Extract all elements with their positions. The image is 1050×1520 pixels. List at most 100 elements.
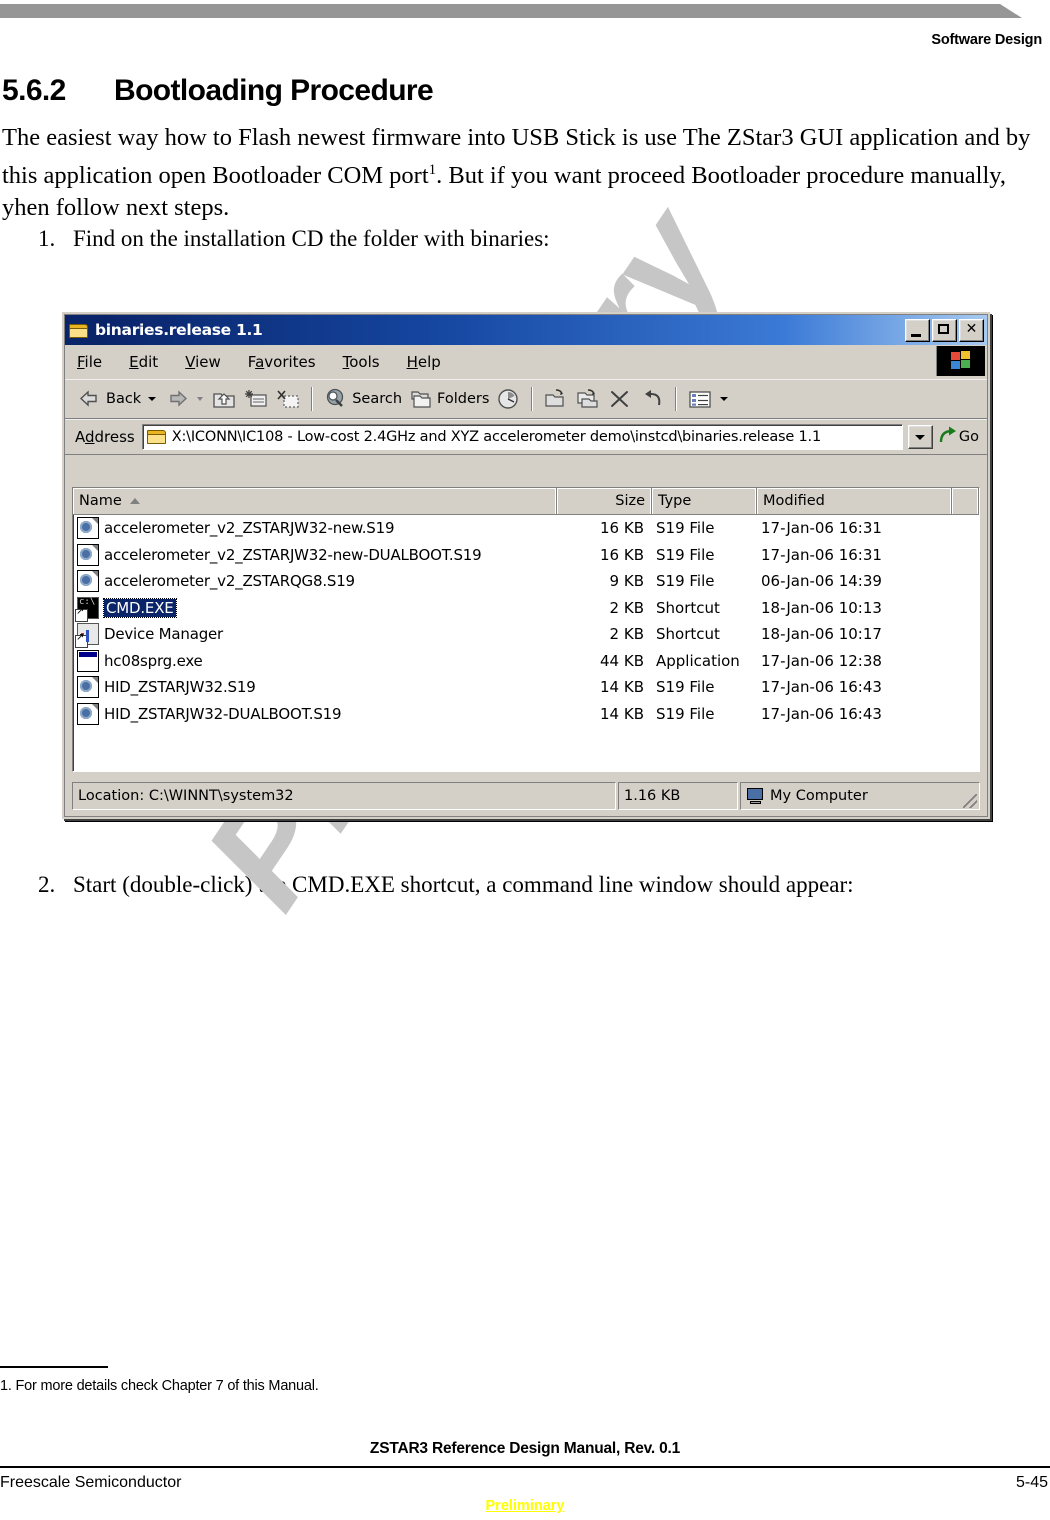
table-row[interactable]: CMD.EXE 2 KB Shortcut 18-Jan-06 10:13 bbox=[73, 595, 979, 622]
file-list[interactable]: Name Size Type Modified accelerometer_v2… bbox=[72, 487, 980, 772]
shortcut-overlay-icon bbox=[75, 606, 88, 622]
file-type: S19 File bbox=[656, 545, 715, 564]
minimize-button[interactable] bbox=[905, 318, 930, 342]
application-icon bbox=[77, 649, 99, 672]
resize-grip[interactable] bbox=[963, 794, 977, 808]
explorer-window-figure: binaries.release 1.1 ✕ File Edit View Fa… bbox=[62, 312, 990, 819]
menu-tools[interactable]: Tools bbox=[343, 353, 380, 371]
window-titlebar: binaries.release 1.1 ✕ bbox=[65, 315, 987, 345]
undo-button[interactable] bbox=[636, 383, 668, 415]
table-row[interactable]: accelerometer_v2_ZSTARJW32-new.S19 16 KB… bbox=[73, 515, 979, 542]
menu-view[interactable]: View bbox=[185, 353, 221, 371]
page-title: 5.6.2 Bootloading Procedure bbox=[2, 74, 1042, 108]
back-label: Back bbox=[106, 391, 142, 407]
file-type: Shortcut bbox=[656, 625, 720, 644]
step-2-number: 2. bbox=[38, 872, 56, 897]
s19-file-icon bbox=[77, 702, 99, 725]
step-item-1: 1. Find on the installation CD the folder… bbox=[38, 224, 550, 254]
footer-manual-title: ZSTAR3 Reference Design Manual, Rev. 0.1 bbox=[369, 1440, 681, 1457]
folders-label: Folders bbox=[437, 391, 490, 407]
table-row[interactable]: HID_ZSTARJW32-DUALBOOT.S19 14 KB S19 Fil… bbox=[73, 701, 979, 728]
copy-to-button[interactable] bbox=[572, 383, 604, 415]
column-header-size[interactable]: Size bbox=[557, 488, 652, 514]
views-button[interactable] bbox=[684, 383, 716, 415]
delete-dashed-icon bbox=[275, 387, 301, 411]
go-button[interactable]: Go bbox=[934, 425, 987, 449]
address-folder-icon bbox=[146, 429, 166, 445]
address-input[interactable]: X:\ICONN\IC108 - Low-cost 2.4GHz and XYZ… bbox=[141, 424, 903, 450]
folders-button[interactable]: Folders bbox=[405, 383, 492, 415]
window-controls: ✕ bbox=[905, 318, 984, 342]
running-head: Software Design bbox=[931, 32, 1042, 48]
intro-paragraph: The easiest way how to Flash newest firm… bbox=[2, 122, 1037, 224]
step-1-text: Find on the installation CD the folder w… bbox=[73, 226, 550, 251]
address-dropdown-chevron-down-icon[interactable] bbox=[907, 425, 933, 449]
step-1-number: 1. bbox=[38, 226, 56, 251]
toolbar: Back Search Folders bbox=[65, 379, 987, 419]
device-manager-shortcut-icon bbox=[75, 623, 99, 649]
column-header-modified[interactable]: Modified bbox=[757, 488, 952, 514]
file-size: 14 KB bbox=[600, 704, 644, 723]
s19-file-icon bbox=[77, 543, 99, 566]
section-title: Bootloading Procedure bbox=[114, 74, 434, 107]
views-list-icon bbox=[687, 387, 713, 411]
close-icon[interactable]: ✕ bbox=[959, 318, 984, 342]
menu-edit[interactable]: Edit bbox=[129, 353, 158, 371]
menu-file[interactable]: File bbox=[77, 353, 102, 371]
file-modified: 17-Jan-06 16:31 bbox=[761, 519, 882, 538]
history-button[interactable] bbox=[492, 383, 524, 415]
header-gray-bar bbox=[0, 4, 1000, 18]
column-headers: Name Size Type Modified bbox=[73, 488, 979, 515]
footnote-rule bbox=[0, 1366, 108, 1368]
file-size: 9 KB bbox=[609, 572, 644, 591]
back-dropdown-chevron-down-icon[interactable] bbox=[148, 397, 157, 401]
my-computer-icon bbox=[746, 788, 765, 804]
search-icon bbox=[323, 387, 349, 411]
file-modified: 18-Jan-06 10:17 bbox=[761, 625, 882, 644]
search-button[interactable]: Search bbox=[320, 383, 405, 415]
table-row[interactable]: hc08sprg.exe 44 KB Application 17-Jan-06… bbox=[73, 648, 979, 675]
s19-file-icon bbox=[77, 676, 99, 699]
footer-company: Freescale Semiconductor bbox=[0, 1474, 182, 1491]
table-row[interactable]: HID_ZSTARJW32.S19 14 KB S19 File 17-Jan-… bbox=[73, 674, 979, 701]
file-modified: 18-Jan-06 10:13 bbox=[761, 598, 882, 617]
table-row[interactable]: accelerometer_v2_ZSTARQG8.S19 9 KB S19 F… bbox=[73, 568, 979, 595]
up-one-level-button[interactable] bbox=[208, 383, 240, 415]
file-modified: 17-Jan-06 16:43 bbox=[761, 704, 882, 723]
views-dropdown-chevron-down-icon[interactable] bbox=[720, 397, 729, 401]
file-size: 2 KB bbox=[609, 598, 644, 617]
column-header-name[interactable]: Name bbox=[73, 488, 557, 514]
file-size: 16 KB bbox=[600, 519, 644, 538]
page-header bbox=[0, 0, 1050, 22]
table-row[interactable]: accelerometer_v2_ZSTARJW32-new-DUALBOOT.… bbox=[73, 542, 979, 569]
back-button[interactable]: Back bbox=[74, 383, 144, 415]
search-label: Search bbox=[352, 391, 403, 407]
status-bar: Location: C:\WINNT\system32 1.16 KB My C… bbox=[72, 782, 980, 810]
column-header-filler bbox=[952, 488, 979, 514]
file-modified: 06-Jan-06 14:39 bbox=[761, 572, 882, 591]
sort-ascending-icon bbox=[129, 498, 140, 504]
delete-item-button[interactable] bbox=[272, 383, 304, 415]
delete-button[interactable] bbox=[604, 383, 636, 415]
copy-to-folder-icon bbox=[575, 387, 601, 411]
toolbar-separator-2 bbox=[531, 387, 534, 411]
status-location: Location: C:\WINNT\system32 bbox=[72, 782, 616, 810]
menu-favorites[interactable]: Favorites bbox=[248, 353, 316, 371]
file-type: S19 File bbox=[656, 704, 715, 723]
forward-arrow-icon bbox=[164, 387, 190, 411]
forward-dropdown-chevron-down-icon[interactable] bbox=[197, 397, 204, 401]
menu-help[interactable]: Help bbox=[407, 353, 441, 371]
s19-file-icon bbox=[77, 570, 99, 593]
file-size: 44 KB bbox=[600, 651, 644, 670]
history-clock-icon bbox=[495, 387, 521, 411]
s19-file-icon bbox=[77, 517, 99, 540]
forward-button[interactable] bbox=[161, 383, 193, 415]
shortcut-overlay-icon bbox=[75, 632, 88, 649]
column-header-type[interactable]: Type bbox=[652, 488, 757, 514]
new-item-button[interactable] bbox=[240, 383, 272, 415]
table-row[interactable]: Device Manager 2 KB Shortcut 18-Jan-06 1… bbox=[73, 621, 979, 649]
move-to-button[interactable] bbox=[540, 383, 572, 415]
toolbar-separator-3 bbox=[675, 387, 678, 411]
maximize-button[interactable] bbox=[932, 318, 957, 342]
file-size: 14 KB bbox=[600, 678, 644, 697]
